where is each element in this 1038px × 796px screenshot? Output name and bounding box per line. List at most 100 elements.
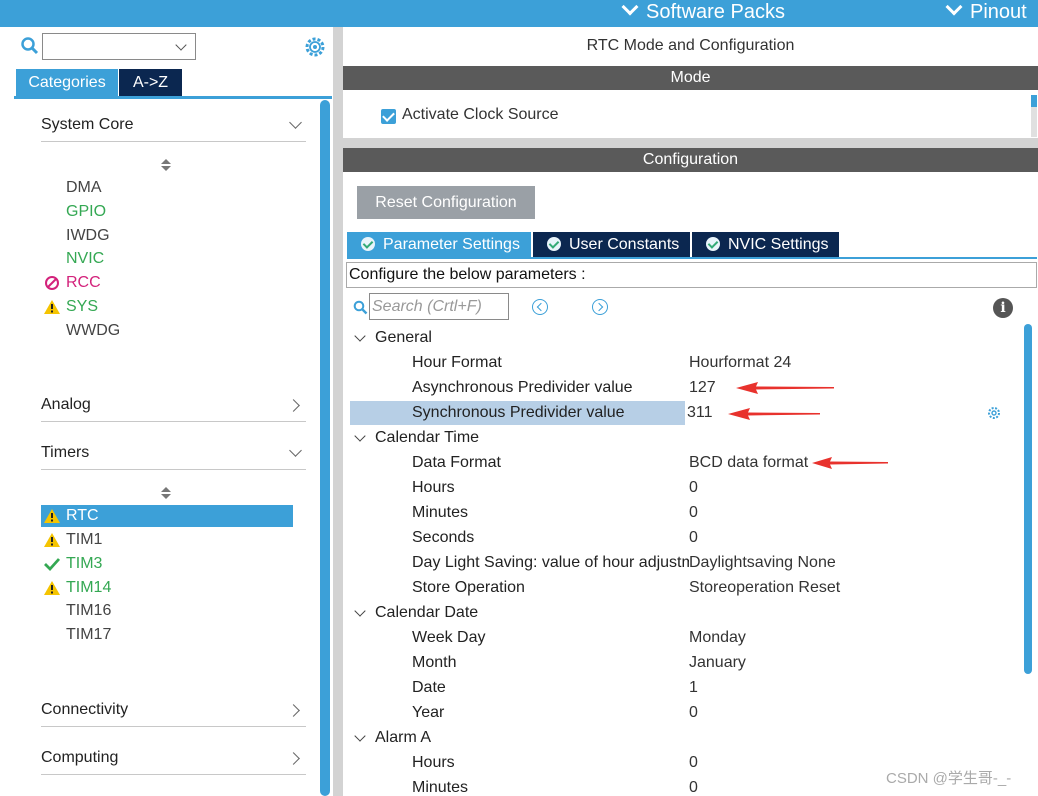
param-value[interactable]: Hourformat 24: [689, 351, 791, 375]
tab-a-to-z[interactable]: A->Z: [119, 69, 182, 96]
parameter-scrollbar[interactable]: [1023, 324, 1033, 796]
search-icon[interactable]: [353, 300, 368, 315]
gear-icon[interactable]: [304, 36, 326, 58]
panel-splitter[interactable]: [333, 27, 343, 796]
sort-icon[interactable]: [161, 159, 171, 173]
param-row-hour-format[interactable]: Hour Format Hourformat 24: [349, 351, 1019, 375]
category-timers[interactable]: Timers: [41, 440, 306, 470]
peripheral-rtc[interactable]: RTC: [41, 505, 293, 527]
category-label: System Core: [41, 116, 134, 133]
param-value[interactable]: 0: [689, 476, 698, 500]
peripheral-gpio[interactable]: GPIO: [41, 201, 293, 223]
param-value[interactable]: BCD data format: [689, 451, 808, 475]
param-row-week-day[interactable]: Week Day Monday: [349, 626, 1019, 650]
tab-categories[interactable]: Categories: [16, 69, 118, 96]
param-value[interactable]: Storeoperation Reset: [689, 576, 840, 600]
param-value[interactable]: 311: [687, 401, 713, 425]
category-analog[interactable]: Analog: [41, 392, 306, 422]
param-value[interactable]: Daylightsaving None: [689, 551, 836, 575]
group-label: Calendar Date: [375, 604, 479, 621]
peripheral-nvic[interactable]: NVIC: [41, 248, 293, 270]
param-value[interactable]: January: [689, 651, 746, 675]
param-value[interactable]: 0: [689, 501, 698, 525]
peripheral-tim14[interactable]: TIM14: [41, 577, 293, 599]
group-general[interactable]: General: [349, 326, 1019, 350]
peripheral-label: TIM17: [66, 626, 112, 643]
param-row-data-format[interactable]: Data Format BCD data format: [349, 451, 1019, 475]
peripheral-label: IWDG: [66, 227, 110, 244]
param-row-month[interactable]: Month January: [349, 651, 1019, 675]
pinout-label: Pinout: [970, 1, 1027, 23]
parameter-search-input[interactable]: Search (Crtl+F): [369, 293, 509, 320]
group-label: General: [375, 329, 432, 346]
param-row-async-predivider[interactable]: Asynchronous Predivider value 127: [349, 376, 1019, 400]
param-name: Minutes: [412, 779, 469, 796]
param-row-store-operation[interactable]: Store Operation Storeoperation Reset: [349, 576, 1019, 600]
param-value[interactable]: Monday: [689, 626, 746, 650]
peripheral-tim16[interactable]: TIM16: [41, 600, 293, 622]
tab-nvic-settings[interactable]: NVIC Settings: [692, 232, 839, 257]
chevron-down-icon: [289, 444, 302, 457]
param-row-daylight-saving[interactable]: Day Light Saving: value of hour adjustm.…: [349, 551, 1019, 575]
search-icon[interactable]: [20, 36, 40, 56]
peripheral-tim17[interactable]: TIM17: [41, 624, 293, 646]
warning-icon: [44, 581, 60, 595]
category-system-core[interactable]: System Core: [41, 112, 306, 142]
category-connectivity[interactable]: Connectivity: [41, 697, 306, 727]
chevron-down-icon: [621, 0, 639, 16]
tab-parameter-settings[interactable]: Parameter Settings: [347, 232, 531, 257]
chevron-down-icon: [945, 0, 963, 16]
param-value[interactable]: 0: [689, 526, 698, 550]
activate-clock-source-checkbox[interactable]: [381, 109, 396, 124]
peripheral-dma[interactable]: DMA: [41, 177, 293, 199]
peripheral-tim1[interactable]: TIM1: [41, 529, 293, 551]
category-computing[interactable]: Computing: [41, 745, 306, 775]
mode-scrollbar[interactable]: [1031, 95, 1037, 137]
param-name: Store Operation: [412, 579, 525, 596]
peripheral-sys[interactable]: SYS: [41, 296, 293, 318]
search-combo-input[interactable]: [42, 33, 196, 60]
chevron-down-icon: [289, 116, 302, 129]
peripheral-rcc[interactable]: RCC: [41, 272, 293, 294]
group-alarm-a[interactable]: Alarm A: [349, 726, 1019, 750]
group-calendar-date[interactable]: Calendar Date: [349, 601, 1019, 625]
param-value[interactable]: 0: [689, 701, 698, 725]
param-name: Date: [412, 679, 446, 696]
param-value[interactable]: 127: [689, 376, 716, 400]
peripheral-wwdg[interactable]: WWDG: [41, 320, 293, 342]
tab-underline: [14, 96, 332, 99]
left-scrollbar[interactable]: [320, 100, 330, 796]
category-label: Analog: [41, 396, 91, 413]
param-value[interactable]: 0: [689, 751, 698, 775]
param-name: Year: [412, 704, 445, 721]
next-match-button[interactable]: [592, 299, 608, 315]
param-row-year[interactable]: Year 0: [349, 701, 1019, 725]
gear-icon[interactable]: [987, 406, 1001, 420]
peripheral-iwdg[interactable]: IWDG: [41, 225, 293, 247]
reset-configuration-button[interactable]: Reset Configuration: [357, 186, 535, 219]
previous-match-button[interactable]: [532, 299, 548, 315]
param-row-sync-predivider[interactable]: Synchronous Predivider value 311: [349, 401, 1019, 425]
param-value[interactable]: 1: [689, 676, 698, 700]
chevron-down-icon: [354, 330, 366, 342]
param-value[interactable]: 0: [689, 776, 698, 796]
info-icon[interactable]: i: [993, 298, 1013, 318]
chevron-right-icon: [287, 399, 300, 412]
tab-label: User Constants: [569, 236, 680, 253]
chevron-down-icon[interactable]: [175, 39, 187, 51]
peripheral-label: DMA: [66, 179, 102, 196]
tab-label: Parameter Settings: [383, 236, 520, 253]
peripheral-tim3[interactable]: TIM3: [41, 553, 293, 575]
param-name: Hours: [412, 754, 455, 771]
peripheral-label: GPIO: [66, 203, 107, 220]
pinout-menu[interactable]: Pinout: [945, 0, 1027, 27]
sort-icon[interactable]: [161, 487, 171, 501]
tab-user-constants[interactable]: User Constants: [533, 232, 690, 257]
error-icon: [45, 276, 59, 290]
param-row-date[interactable]: Date 1: [349, 676, 1019, 700]
param-row-hours[interactable]: Hours 0: [349, 476, 1019, 500]
param-row-seconds[interactable]: Seconds 0: [349, 526, 1019, 550]
software-packs-menu[interactable]: Software Packs: [621, 0, 785, 27]
group-calendar-time[interactable]: Calendar Time: [349, 426, 1019, 450]
param-row-minutes[interactable]: Minutes 0: [349, 501, 1019, 525]
